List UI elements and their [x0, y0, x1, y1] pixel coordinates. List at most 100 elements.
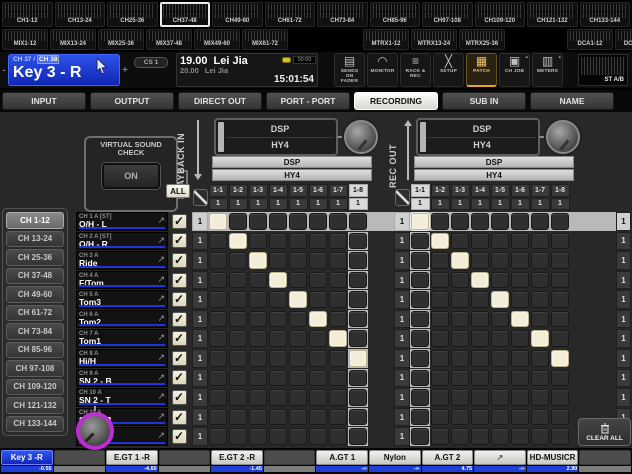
patch-cell[interactable] — [451, 409, 469, 426]
diagonal-patch-button[interactable] — [193, 189, 208, 206]
patch-cell[interactable] — [491, 389, 509, 406]
range-button[interactable]: CH 25-36 — [6, 249, 64, 266]
patch-cell[interactable] — [511, 233, 529, 250]
fader-strip-slot[interactable] — [264, 448, 316, 474]
patch-cell[interactable] — [411, 370, 429, 387]
patch-cell[interactable] — [471, 291, 489, 308]
meter-block[interactable]: MTRX25-36 — [459, 29, 505, 50]
patch-cell[interactable] — [349, 389, 367, 406]
patch-cell[interactable] — [471, 409, 489, 426]
patch-cell[interactable] — [249, 409, 267, 426]
patch-cell[interactable] — [411, 252, 429, 269]
grid-column-header[interactable]: 1-51 — [490, 184, 510, 210]
patch-cell[interactable] — [289, 272, 307, 289]
tab-port-port[interactable]: PORT - PORT — [266, 92, 350, 110]
patch-cell[interactable] — [431, 409, 449, 426]
patch-cell[interactable] — [329, 370, 347, 387]
patch-cell[interactable] — [209, 330, 227, 347]
patch-cell[interactable] — [289, 389, 307, 406]
patch-cell[interactable] — [209, 272, 227, 289]
record-checkbox[interactable]: ✓ — [172, 410, 187, 425]
range-button[interactable]: CH 37-48 — [6, 268, 64, 285]
patch-cell[interactable] — [411, 350, 429, 367]
patch-cell[interactable] — [411, 213, 429, 230]
grid-column-header[interactable]: 1-21 — [430, 184, 450, 210]
patch-cell[interactable] — [229, 350, 247, 367]
meter-block[interactable]: MIX13-24 — [50, 29, 96, 50]
range-button[interactable]: CH 133-144 — [6, 416, 64, 433]
patch-cell[interactable] — [491, 233, 509, 250]
patch-cell[interactable] — [209, 311, 227, 328]
channel-name-row[interactable]: CH 8 AHi/H↗ — [76, 349, 168, 368]
tab-recording[interactable]: RECORDING — [354, 92, 438, 110]
patch-cell[interactable] — [451, 213, 469, 230]
patch-cell[interactable] — [289, 428, 307, 445]
fader-strip-slot[interactable]: A.GT 24.75 — [422, 448, 474, 474]
st-meter-block[interactable]: ST A/B — [578, 54, 628, 86]
patch-cell[interactable] — [431, 272, 449, 289]
patch-cell[interactable] — [309, 311, 327, 328]
patch-cell[interactable] — [249, 370, 267, 387]
clear-all-button[interactable]: CLEAR ALL — [578, 418, 631, 446]
patch-cell[interactable] — [451, 311, 469, 328]
patch-cell[interactable] — [269, 389, 287, 406]
range-button[interactable]: CH 121-132 — [6, 397, 64, 414]
patch-cell[interactable] — [551, 428, 569, 445]
patch-cell[interactable] — [329, 252, 347, 269]
patch-cell[interactable] — [309, 350, 327, 367]
fader-strip-slot[interactable]: E.GT 2 -R-1.45 — [211, 448, 263, 474]
setup-button[interactable]: ╳SETUP — [433, 53, 464, 87]
patch-cell[interactable] — [471, 370, 489, 387]
channel-name-row[interactable]: CH 5 ATom3↗ — [76, 290, 168, 309]
range-button[interactable]: CH 13-24 — [6, 231, 64, 248]
patch-cell[interactable] — [289, 350, 307, 367]
patch-cell[interactable] — [471, 350, 489, 367]
fader-strip-slot[interactable]: HD-MUSICR2.90 — [527, 448, 579, 474]
channel-name-row[interactable]: CH 9 ASN 2 - B↗ — [76, 369, 168, 388]
rack-rec-button[interactable]: ≡RACK &REC — [400, 53, 431, 87]
patch-cell[interactable] — [471, 389, 489, 406]
grid-column-header[interactable]: 1-41 — [470, 184, 490, 210]
patch-cell[interactable] — [289, 330, 307, 347]
patch-cell[interactable] — [249, 428, 267, 445]
patch-cell[interactable] — [411, 330, 429, 347]
patch-cell[interactable] — [289, 370, 307, 387]
fader-strip-slot[interactable]: Key 3 -R-0.55 — [1, 448, 53, 474]
patch-cell[interactable] — [511, 370, 529, 387]
patch-cell[interactable] — [531, 233, 549, 250]
record-checkbox[interactable]: ✓ — [172, 429, 187, 444]
patch-cell[interactable] — [329, 291, 347, 308]
patch-cell[interactable] — [431, 330, 449, 347]
patch-cell[interactable] — [471, 272, 489, 289]
patch-cell[interactable] — [551, 291, 569, 308]
grid-column-header[interactable]: 1-21 — [228, 184, 248, 210]
grid-column-header[interactable]: 1-41 — [268, 184, 288, 210]
patch-cell[interactable] — [329, 389, 347, 406]
meter-block[interactable]: CH97-108 — [422, 2, 473, 27]
patch-cell[interactable] — [411, 428, 429, 445]
patch-cell[interactable] — [431, 428, 449, 445]
patch-cell[interactable] — [471, 252, 489, 269]
patch-cell[interactable] — [511, 350, 529, 367]
tab-direct-out[interactable]: DIRECT OUT — [178, 92, 262, 110]
patch-cell[interactable] — [309, 428, 327, 445]
patch-cell[interactable] — [229, 213, 247, 230]
patch-cell[interactable] — [209, 213, 227, 230]
patch-cell[interactable] — [531, 350, 549, 367]
patch-cell[interactable] — [289, 291, 307, 308]
patch-cell[interactable] — [531, 252, 549, 269]
monitor-button[interactable]: ◠MONITOR — [367, 53, 398, 87]
patch-cell[interactable] — [491, 272, 509, 289]
record-checkbox[interactable]: ✓ — [172, 233, 187, 248]
patch-cell[interactable] — [309, 291, 327, 308]
patch-cell[interactable] — [269, 350, 287, 367]
patch-cell[interactable] — [249, 291, 267, 308]
meters-button[interactable]: ▥METERS▴ — [532, 53, 563, 87]
rec-output-selector[interactable]: DSP HY4 — [416, 118, 540, 156]
scene-display[interactable]: 19.00Lei Jia 20.00Lei Jia 00:00 15:01:54 — [176, 53, 318, 87]
grid-column-header[interactable]: 1-31 — [450, 184, 470, 210]
patch-cell[interactable] — [551, 213, 569, 230]
patch-cell[interactable] — [309, 272, 327, 289]
patch-cell[interactable] — [491, 213, 509, 230]
record-checkbox[interactable]: ✓ — [172, 214, 187, 229]
